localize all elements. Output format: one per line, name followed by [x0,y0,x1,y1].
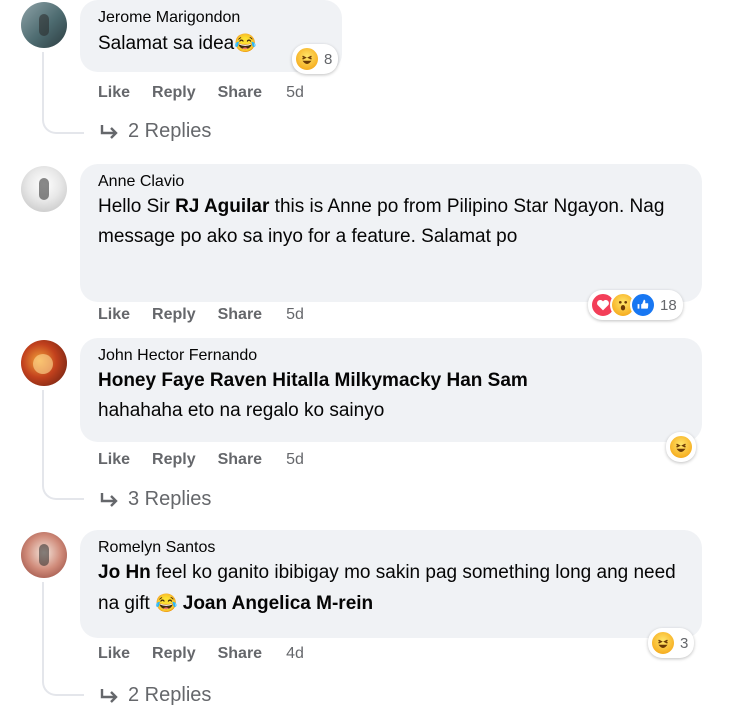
like-button[interactable]: Like [98,645,130,663]
thread-line [42,390,84,500]
share-button[interactable]: Share [218,645,262,663]
comment-bubble: Anne Clavio Hello Sir RJ Aguilar this is… [80,164,702,302]
reaction-summary[interactable]: 8 [292,44,339,74]
reaction-summary[interactable] [666,432,696,462]
comment-bubble: John Hector Fernando Honey Faye Raven Hi… [80,338,702,442]
reply-arrow-icon [100,124,118,139]
reply-arrow-icon [100,492,118,507]
haha-icon [668,434,694,460]
reaction-count: 18 [660,296,677,314]
avatar[interactable] [21,532,67,578]
like-button[interactable]: Like [98,306,130,324]
avatar[interactable] [21,2,67,48]
timestamp[interactable]: 5d [286,451,304,469]
haha-emoji-icon: 😂 [155,593,178,613]
comment-bubble: Romelyn Santos Jo Hn feel ko ganito ibib… [80,530,702,638]
replies-count: 3 Replies [128,488,212,510]
reply-button[interactable]: Reply [152,645,196,663]
mention-link[interactable]: Jo Hn [98,562,151,583]
timestamp[interactable]: 4d [286,645,304,663]
timestamp[interactable]: 5d [286,306,304,324]
comment-actions: Like Reply Share 4d [98,645,326,663]
share-button[interactable]: Share [218,306,262,324]
mention-link[interactable]: Honey Faye Raven Hitalla Milkymacky Han … [98,366,684,396]
comment-actions: Like Reply Share 5d [98,451,326,469]
comment-text: Salamat sa idea😂 [98,33,257,54]
replies-count: 2 Replies [128,684,212,706]
comment-text: Jo Hn feel ko ganito ibibigay mo sakin p… [98,562,676,614]
view-replies-button[interactable]: 2 Replies [98,684,211,707]
timestamp[interactable]: 5d [286,84,304,102]
reaction-count: 3 [680,634,689,652]
reply-arrow-icon [100,688,118,703]
avatar[interactable] [21,340,67,386]
reaction-summary[interactable]: 3 [648,628,695,658]
avatar[interactable] [21,166,67,212]
view-replies-button[interactable]: 2 Replies [98,120,211,143]
comment-author[interactable]: Anne Clavio [98,172,684,192]
reply-button[interactable]: Reply [152,84,196,102]
share-button[interactable]: Share [218,451,262,469]
view-replies-button[interactable]: 3 Replies [98,488,211,511]
haha-icon [650,630,676,656]
like-button[interactable]: Like [98,84,130,102]
thread-line [42,582,84,696]
haha-emoji-icon: 😂 [234,33,257,53]
reply-button[interactable]: Reply [152,306,196,324]
comment-author[interactable]: Jerome Marigondon [98,8,324,28]
comment-text: hahahaha eto na regalo ko sainyo [98,400,385,421]
comment-actions: Like Reply Share 5d [98,306,326,324]
like-icon [630,292,656,318]
reaction-count: 8 [324,50,333,68]
mention-link[interactable]: RJ Aguilar [175,196,269,217]
comment-text: Hello Sir RJ Aguilar this is Anne po fro… [98,196,665,247]
comment-actions: Like Reply Share 5d [98,84,326,102]
reaction-summary[interactable]: 18 [588,290,683,320]
share-button[interactable]: Share [218,84,262,102]
haha-icon [294,46,320,72]
comment-author[interactable]: John Hector Fernando [98,346,684,366]
reply-button[interactable]: Reply [152,451,196,469]
thread-line [42,52,84,134]
mention-link[interactable]: Joan Angelica M-rein [183,593,373,614]
comment-author[interactable]: Romelyn Santos [98,538,684,558]
replies-count: 2 Replies [128,120,212,142]
like-button[interactable]: Like [98,451,130,469]
